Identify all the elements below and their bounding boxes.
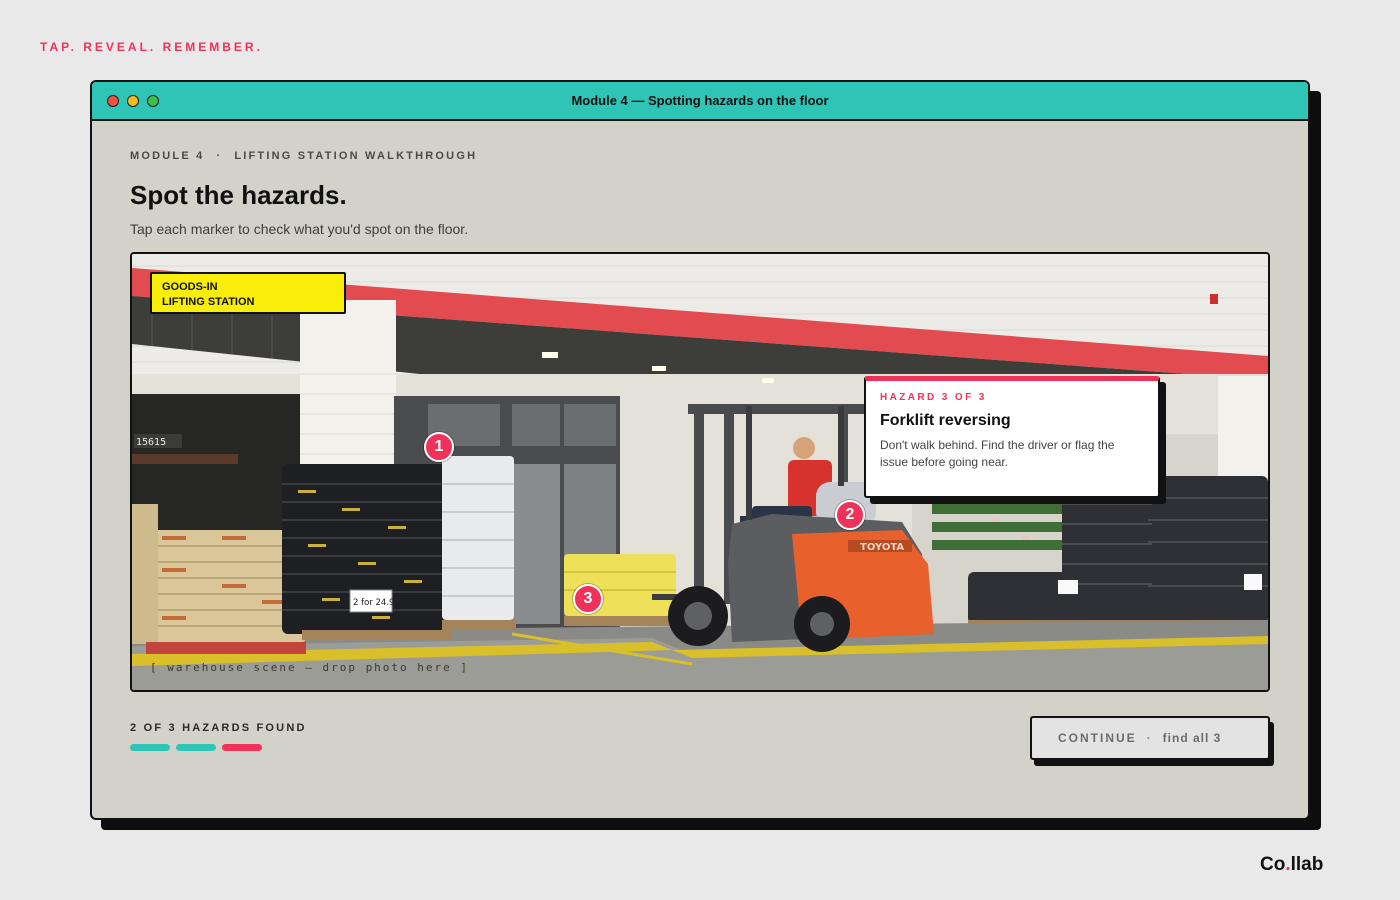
breadcrumb-separator: ·: [216, 150, 223, 162]
continue-button-hint: find all 3: [1162, 731, 1222, 745]
continue-button-separator: ·: [1146, 731, 1153, 745]
breadcrumb-module: MODULE 4: [130, 150, 205, 162]
station-label: GOODS-IN LIFTING STATION: [150, 272, 346, 314]
breadcrumb: MODULE 4 · LIFTING STATION WALKTHROUGH: [130, 150, 1270, 162]
hazard-tooltip-title: Forklift reversing: [880, 412, 1011, 429]
page-title: Spot the hazards.: [130, 180, 347, 210]
progress-segment-2: [176, 744, 216, 751]
station-label-line1: GOODS-IN: [162, 281, 218, 293]
page-subtitle: Tap each marker to check what you'd spot…: [130, 221, 469, 237]
app-window: Module 4 — Spotting hazards on the floor…: [90, 80, 1310, 820]
progress-segment-3: [222, 744, 262, 751]
brand-suffix: llab: [1290, 854, 1324, 875]
hazard-tooltip-kicker: HAZARD 3 OF 3: [880, 392, 987, 403]
title-bar: Module 4 — Spotting hazards on the floor: [92, 82, 1308, 121]
progress-label: 2 OF 3 HAZARDS FOUND: [130, 722, 307, 734]
hazard-marker-1[interactable]: 1: [424, 432, 454, 462]
svg-text:TOYOTA: TOYOTA: [860, 542, 904, 553]
scene-placeholder-caption: [ warehouse scene — drop photo here ]: [150, 661, 470, 674]
hazard-marker-2[interactable]: 2: [835, 500, 865, 530]
warehouse-scene: 15615 2 for 24.99 TOYOTA GOODS-IN LIFTIN…: [130, 252, 1270, 692]
progress-segment-1: [130, 744, 170, 751]
lesson-header: MODULE 4 · LIFTING STATION WALKTHROUGH S…: [130, 150, 1270, 237]
brand-logo: Co.llab: [1260, 854, 1323, 876]
hazard-tooltip: HAZARD 3 OF 3 Forklift reversing Don't w…: [864, 376, 1160, 498]
hazard-marker-3[interactable]: 3: [573, 584, 603, 614]
continue-button[interactable]: CONTINUE · find all 3: [1030, 716, 1270, 760]
brand-prefix: Co: [1260, 854, 1286, 875]
svg-text:15615: 15615: [136, 437, 166, 448]
breadcrumb-section: LIFTING STATION WALKTHROUGH: [234, 150, 478, 162]
tagline: TAP. REVEAL. REMEMBER.: [40, 40, 263, 54]
progress-bar: [130, 744, 262, 751]
hazard-tooltip-body: Don't walk behind. Find the driver or fl…: [880, 438, 1115, 469]
station-label-line2: LIFTING STATION: [162, 296, 255, 308]
window-title: Module 4 — Spotting hazards on the floor: [571, 93, 829, 108]
continue-button-label: CONTINUE: [1058, 731, 1137, 745]
price-tag: 2 for 24.99: [353, 598, 400, 608]
